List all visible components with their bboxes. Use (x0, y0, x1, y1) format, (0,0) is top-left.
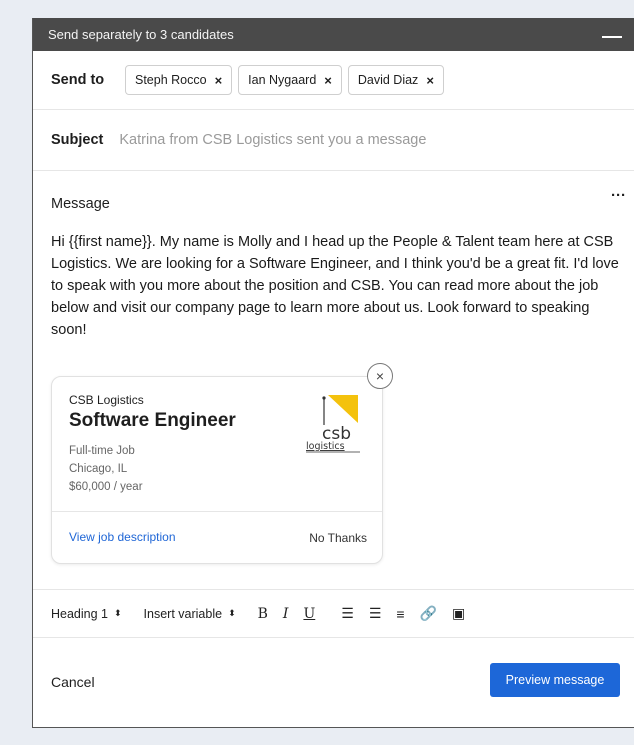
compose-title: Send separately to 3 candidates (48, 27, 234, 42)
send-to-row: Send to Steph Rocco × Ian Nygaard × Davi… (33, 51, 634, 110)
link-icon[interactable]: 🔗 (420, 605, 437, 622)
cancel-button[interactable]: Cancel (51, 674, 95, 690)
logo-accent-shape (328, 395, 358, 423)
send-to-label: Send to (51, 72, 105, 88)
remove-recipient-icon[interactable]: × (426, 73, 434, 88)
no-thanks-button[interactable]: No Thanks (309, 531, 367, 545)
underline-icon[interactable]: U (303, 606, 315, 622)
message-section: Message ··· Hi {{first name}}. My name i… (33, 171, 634, 590)
recipient-chip[interactable]: David Diaz × (347, 65, 444, 95)
italic-icon[interactable]: I (283, 606, 289, 622)
close-icon[interactable]: × (367, 363, 393, 389)
message-body[interactable]: Hi {{first name}}. My name is Molly and … (51, 231, 621, 341)
bullet-list-icon[interactable]: ☰ (369, 605, 382, 622)
recipient-name: Ian Nygaard (248, 73, 317, 87)
select-arrows-icon: ⬍ (114, 608, 122, 618)
more-options-icon[interactable]: ··· (611, 187, 626, 204)
card-divider (52, 511, 382, 512)
bold-icon[interactable]: B (258, 606, 268, 622)
remove-recipient-icon[interactable]: × (324, 73, 332, 88)
view-job-description-link[interactable]: View job description (69, 530, 176, 544)
image-icon[interactable]: ▣ (452, 605, 465, 622)
heading-select-label: Heading 1 (51, 606, 108, 621)
logo-text-logistics: logistics (306, 441, 345, 452)
job-company: CSB Logistics (69, 393, 144, 407)
subject-label: Subject (51, 132, 104, 148)
heading-select[interactable]: Heading 1 ⬍ (51, 607, 122, 621)
minimize-icon[interactable] (602, 35, 622, 38)
company-logo: csb logistics (306, 395, 360, 453)
job-card: CSB Logistics Software Engineer Full-tim… (51, 376, 383, 564)
insert-variable-select[interactable]: Insert variable ⬍ (144, 607, 236, 621)
recipient-chip[interactable]: Steph Rocco × (125, 65, 233, 95)
compose-footer: Cancel Preview message (33, 638, 634, 724)
job-title: Software Engineer (69, 410, 236, 431)
select-arrows-icon: ⬍ (228, 608, 236, 618)
formatting-toolbar: Heading 1 ⬍ Insert variable ⬍ B I U ☰ ☰ … (33, 590, 634, 638)
insert-variable-label: Insert variable (143, 606, 223, 621)
recipient-chip[interactable]: Ian Nygaard × (238, 65, 342, 95)
job-salary: $60,000 / year (69, 481, 143, 493)
job-type: Full-time Job (69, 445, 135, 457)
compose-titlebar: Send separately to 3 candidates (33, 18, 634, 51)
preview-message-button[interactable]: Preview message (490, 663, 620, 697)
compose-panel: Send separately to 3 candidates Send to … (32, 18, 634, 728)
align-icon[interactable]: ≡ (396, 606, 404, 622)
subject-input[interactable]: Katrina from CSB Logistics sent you a me… (119, 132, 426, 148)
recipient-name: David Diaz (357, 73, 419, 87)
remove-recipient-icon[interactable]: × (215, 73, 223, 88)
message-label: Message (51, 196, 110, 212)
subject-row[interactable]: Subject Katrina from CSB Logistics sent … (33, 110, 634, 171)
recipient-name: Steph Rocco (135, 73, 207, 87)
ordered-list-icon[interactable]: ☰ (341, 605, 354, 622)
job-location: Chicago, IL (69, 463, 128, 475)
